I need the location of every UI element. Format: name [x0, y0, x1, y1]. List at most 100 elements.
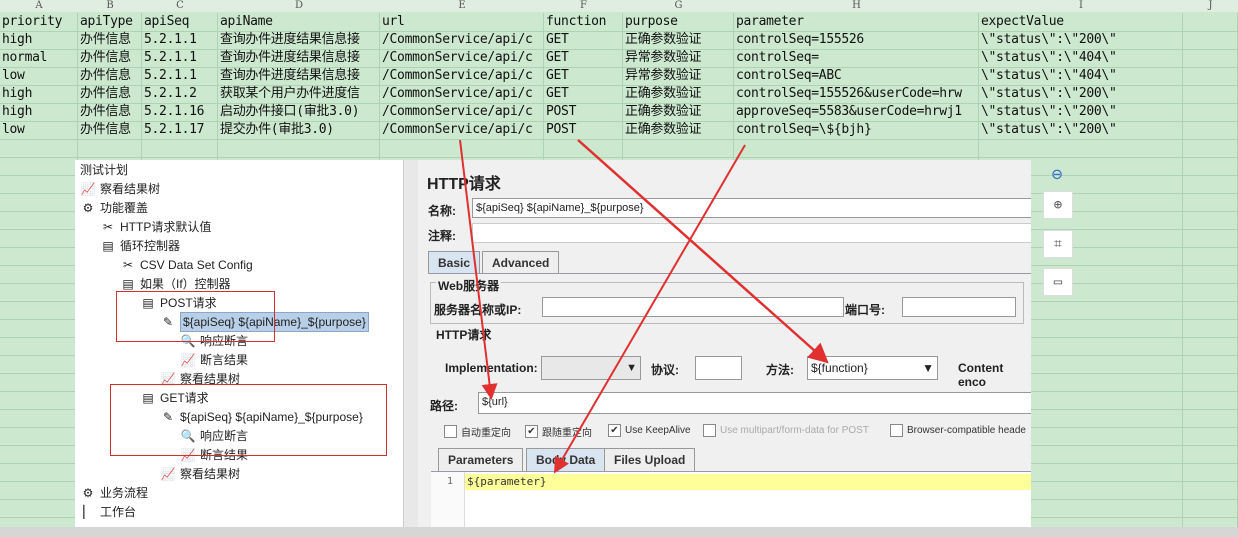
cell[interactable]: GET — [544, 31, 623, 49]
cell[interactable] — [1183, 391, 1238, 409]
window-icon[interactable]: ▭ — [1043, 268, 1073, 296]
cell[interactable]: 正确参数验证 — [623, 103, 734, 121]
cell[interactable]: /CommonService/api/c — [380, 49, 544, 67]
cell[interactable]: /CommonService/api/c — [380, 31, 544, 49]
server-input[interactable] — [542, 297, 844, 317]
cell[interactable] — [0, 175, 78, 193]
cell[interactable]: controlSeq=155526&userCode=hrw — [734, 85, 979, 103]
cell[interactable]: 5.2.1.1 — [142, 67, 218, 85]
cell[interactable]: /CommonService/api/c — [380, 103, 544, 121]
name-input[interactable]: ${apiSeq} ${apiName}_${purpose} — [472, 198, 1031, 218]
tab-body-data[interactable]: Body Data — [526, 448, 606, 471]
cell[interactable]: high — [0, 103, 78, 121]
cell[interactable] — [1183, 481, 1238, 499]
cell[interactable] — [380, 139, 544, 157]
cell[interactable]: POST — [544, 121, 623, 139]
cell[interactable] — [1183, 445, 1238, 463]
cell[interactable] — [1183, 121, 1238, 139]
column-header-A[interactable]: A — [0, 0, 79, 12]
cell[interactable] — [979, 139, 1183, 157]
cell[interactable] — [623, 139, 734, 157]
cell[interactable]: controlSeq=\${bjh} — [734, 121, 979, 139]
cell[interactable]: normal — [0, 49, 78, 67]
cell[interactable]: high — [0, 31, 78, 49]
cell[interactable] — [1183, 247, 1238, 265]
cell[interactable] — [1183, 157, 1238, 175]
tree-node[interactable]: 📈 断言结果 — [180, 351, 249, 369]
cell[interactable]: POST — [544, 103, 623, 121]
checkbox-box[interactable] — [444, 425, 457, 438]
cell[interactable]: apiSeq — [142, 13, 218, 31]
cell[interactable]: 5.2.1.2 — [142, 85, 218, 103]
cell[interactable]: 查询办件进度结果信息接 — [218, 31, 380, 49]
column-header-I[interactable]: I — [979, 0, 1184, 12]
path-input[interactable]: ${url} — [478, 392, 1031, 414]
cell[interactable] — [0, 265, 78, 283]
cell[interactable]: \"status\":\"200\" — [979, 121, 1183, 139]
body-data-line[interactable]: ${parameter} — [465, 474, 1031, 490]
tree-node[interactable]: ▏ 工作台 — [80, 503, 136, 521]
cell[interactable] — [1183, 31, 1238, 49]
cell[interactable]: GET — [544, 67, 623, 85]
cell[interactable]: 获取某个用户办件进度信 — [218, 85, 380, 103]
tab-basic[interactable]: Basic — [428, 251, 481, 274]
cell[interactable] — [0, 337, 78, 355]
cell[interactable]: 办件信息 — [78, 85, 142, 103]
cell[interactable] — [544, 139, 623, 157]
cell[interactable] — [0, 229, 78, 247]
tab-parameters[interactable]: Parameters — [438, 448, 524, 471]
cell[interactable]: 启动办件接口(审批3.0) — [218, 103, 380, 121]
cell[interactable] — [0, 481, 78, 499]
cell[interactable] — [0, 373, 78, 391]
tree-node[interactable]: ⚙ 业务流程 — [80, 484, 148, 502]
checkbox-box[interactable] — [890, 424, 903, 437]
cell[interactable] — [0, 463, 78, 481]
collapse-icon[interactable]: ⊖ — [1043, 162, 1071, 188]
cell[interactable] — [0, 409, 78, 427]
cell[interactable]: 查询办件进度结果信息接 — [218, 67, 380, 85]
checkbox-box[interactable] — [703, 424, 716, 437]
cell[interactable]: 5.2.1.16 — [142, 103, 218, 121]
cell[interactable]: /CommonService/api/c — [380, 121, 544, 139]
cell[interactable] — [1183, 373, 1238, 391]
tree-node[interactable]: 📈 察看结果树 — [80, 180, 161, 198]
cell[interactable]: /CommonService/api/c — [380, 85, 544, 103]
cell[interactable]: apiType — [78, 13, 142, 31]
cell[interactable] — [0, 211, 78, 229]
checkbox[interactable]: Browser-compatible heade — [890, 424, 1026, 437]
cell[interactable]: \"status\":\"200\" — [979, 85, 1183, 103]
cell[interactable]: controlSeq=155526 — [734, 31, 979, 49]
cell[interactable] — [0, 355, 78, 373]
cell[interactable] — [0, 157, 78, 175]
cell[interactable]: \"status\":\"404\" — [979, 67, 1183, 85]
comment-input[interactable] — [472, 223, 1031, 243]
cell[interactable] — [1183, 211, 1238, 229]
tree-node[interactable]: ⚙ 功能覆盖 — [80, 199, 148, 217]
tree-node[interactable]: ▤ 循环控制器 — [100, 237, 180, 255]
cell[interactable]: 办件信息 — [78, 49, 142, 67]
cell[interactable] — [1183, 49, 1238, 67]
cell[interactable] — [0, 427, 78, 445]
cell[interactable] — [218, 139, 380, 157]
cell[interactable] — [0, 445, 78, 463]
protocol-input[interactable] — [695, 356, 742, 380]
body-editor[interactable]: 1 ${parameter} — [431, 471, 1031, 527]
cell[interactable] — [0, 247, 78, 265]
cell[interactable]: 办件信息 — [78, 31, 142, 49]
cell[interactable]: apiName — [218, 13, 380, 31]
zoom-in-icon[interactable]: ⊕ — [1043, 191, 1073, 219]
cell[interactable] — [0, 139, 78, 157]
cell[interactable] — [1183, 463, 1238, 481]
cell[interactable]: low — [0, 121, 78, 139]
cell[interactable] — [1183, 103, 1238, 121]
implementation-select[interactable]: ▼ — [541, 356, 641, 380]
checkbox-box[interactable]: ✔ — [525, 425, 538, 438]
column-header-E[interactable]: E — [380, 0, 545, 12]
cell[interactable] — [1183, 355, 1238, 373]
cell[interactable] — [0, 499, 78, 517]
cell[interactable] — [142, 139, 218, 157]
column-header-G[interactable]: G — [623, 0, 735, 12]
column-header-C[interactable]: C — [142, 0, 219, 12]
test-plan-tree[interactable]: 测试计划 📈 察看结果树 ⚙ 功能覆盖 ✂ HTTP请求默认值 ▤ 循环控制器 ✂ CSV Data… — [75, 160, 403, 527]
tree-node[interactable]: ✂ HTTP请求默认值 — [100, 218, 211, 236]
